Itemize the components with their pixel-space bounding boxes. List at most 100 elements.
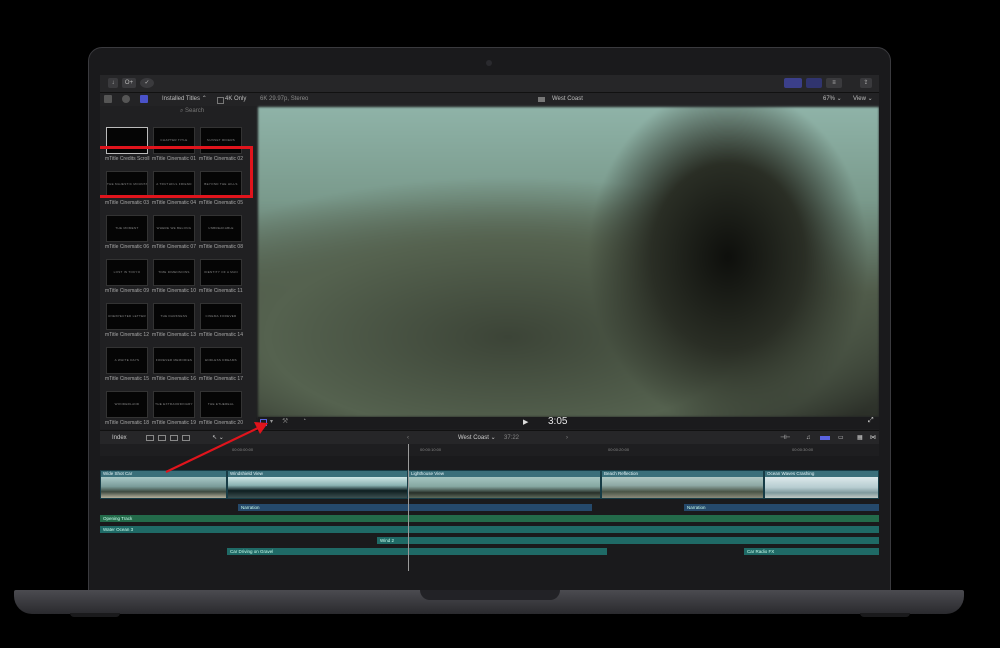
title-thumbnail-text: THE EXTRAORDINARY xyxy=(155,402,193,406)
transitions-icon[interactable]: ⋈ xyxy=(870,431,876,445)
audio-clip[interactable]: Wind 2 xyxy=(377,537,879,544)
music-clip[interactable]: Opening Track xyxy=(100,515,879,522)
viewer-format: 6K 29.97p, Stereo xyxy=(260,96,309,102)
4k-only-checkbox[interactable] xyxy=(217,97,224,104)
effects-icon[interactable]: ▦ xyxy=(857,431,863,445)
title-thumbnail[interactable]: UNEXPECTED LETTER xyxy=(106,303,148,330)
share-icon[interactable]: ⇪ xyxy=(860,78,872,88)
clip-appearance-icon[interactable]: ▭ xyxy=(838,431,844,445)
title-thumbnail[interactable]: UNBREAKABLE xyxy=(200,215,242,242)
narration-clip[interactable]: Narration xyxy=(238,504,592,511)
back-arrow-icon[interactable]: ‹ xyxy=(407,431,409,445)
title-thumbnail[interactable]: A WHITE DAYS xyxy=(106,347,148,374)
title-label: mTitle Cinematic 12 xyxy=(105,332,149,338)
title-thumbnail-text: THE ETHEREAL xyxy=(207,402,235,406)
audio-clip[interactable]: Car Radio FX xyxy=(744,548,879,555)
forward-arrow-icon[interactable]: › xyxy=(566,431,568,445)
title-label: mTitle Cinematic 13 xyxy=(152,332,196,338)
timeline-clip[interactable]: Ocean Waves Crashing xyxy=(764,470,879,499)
index-button[interactable]: Index xyxy=(112,431,127,445)
title-thumbnail-text: LOST IN TOKYO xyxy=(113,270,141,274)
title-thumbnail[interactable]: WHERE WE BELONG xyxy=(153,215,195,242)
title-thumbnail[interactable]: CINEMA FOREVER xyxy=(200,303,242,330)
titles-category-select[interactable]: Installed Titles ⌃ xyxy=(162,93,207,106)
view-menu[interactable]: View ⌄ xyxy=(853,93,873,106)
ruler-mark: 00:00:30:00 xyxy=(792,447,814,452)
playhead[interactable] xyxy=(408,444,409,571)
title-label: mTitle Cinematic 18 xyxy=(105,420,149,426)
play-icon[interactable]: ▶ xyxy=(523,418,528,426)
main-toolbar: ↓ O+ ✓ ≡ ⇪ xyxy=(100,75,879,93)
clip-filmstrip xyxy=(602,477,763,498)
4k-only-label: 4K Only xyxy=(225,96,247,102)
title-thumbnail[interactable]: THE MOMENT xyxy=(106,215,148,242)
title-thumbnail-text: THE MOMENT xyxy=(115,226,139,230)
title-thumbnail-text: ENDLESS DREAMS xyxy=(205,358,237,362)
title-thumbnail-text: UNBREAKABLE xyxy=(208,226,234,230)
title-thumbnail-text: UNEXPECTED LETTER xyxy=(108,314,146,318)
viewer-image xyxy=(258,107,879,417)
layout-timeline-icon[interactable] xyxy=(806,78,822,88)
clip-name: Beach Reflection xyxy=(604,471,639,476)
narration-clip[interactable]: Narration xyxy=(684,504,879,511)
title-label: mTitle Cinematic 14 xyxy=(199,332,243,338)
title-thumbnail-text: TIME DIMENSIONS xyxy=(158,270,190,274)
append-clip-icon[interactable] xyxy=(146,435,154,441)
title-thumbnail[interactable]: THE DARKNESS xyxy=(153,303,195,330)
timeline-clip[interactable]: Beach Reflection xyxy=(601,470,764,499)
camera-icon xyxy=(486,60,492,66)
title-thumbnail[interactable]: LOST IN TOKYO xyxy=(106,259,148,286)
tools-icon[interactable]: ⚒ xyxy=(282,417,288,425)
headphones-icon[interactable]: ♫ xyxy=(806,431,811,445)
libraries-icon[interactable] xyxy=(104,95,112,103)
zoom-select[interactable]: 67% ⌄ xyxy=(823,93,842,106)
title-thumbnail[interactable]: WONDERLAND xyxy=(106,391,148,418)
audio-clip[interactable]: Car Driving on Gravel xyxy=(227,548,607,555)
title-thumbnail[interactable]: THE EXTRAORDINARY xyxy=(153,391,195,418)
inspector-icon[interactable]: ≡ xyxy=(826,78,842,88)
snapping-icon[interactable] xyxy=(820,436,830,440)
audio-clip[interactable]: Water Ocean 3 xyxy=(100,526,879,533)
keyword-button[interactable]: O+ xyxy=(122,78,136,88)
timecode-display: 3:05 xyxy=(548,416,568,427)
laptop-foot-right xyxy=(860,613,910,617)
timeline-clip[interactable]: Lighthouse View xyxy=(408,470,601,499)
project-duration: 37:22 xyxy=(504,435,520,441)
clip-filmstrip xyxy=(409,477,600,498)
layout-browser-icon[interactable] xyxy=(784,78,802,88)
app-screen: ↓ O+ ✓ ≡ ⇪ Installed Titles ⌃ 4K Only 6K… xyxy=(100,75,879,571)
import-icon[interactable]: ↓ xyxy=(108,78,118,88)
clip-filmstrip xyxy=(765,477,878,498)
title-thumbnail[interactable]: FOREVER MEMORIES xyxy=(153,347,195,374)
search-icon: ⌕ xyxy=(180,108,184,114)
search-field[interactable]: ⌕ Search xyxy=(180,108,204,115)
titles-icon[interactable] xyxy=(140,95,148,103)
sub-toolbar: Installed Titles ⌃ 4K Only 6K 29.97p, St… xyxy=(100,93,879,106)
title-label: mTitle Cinematic 16 xyxy=(152,376,196,382)
clip-name: Lighthouse View xyxy=(411,471,444,476)
clip-name: Ocean Waves Crashing xyxy=(767,471,815,476)
ruler-mark: 00:00:20:00 xyxy=(608,447,630,452)
highlight-box xyxy=(100,146,253,198)
speed-icon[interactable]: ◔ xyxy=(302,417,306,424)
laptop-notch xyxy=(420,590,560,600)
title-thumbnail[interactable]: IDENTITY OF A MAN xyxy=(200,259,242,286)
title-label: mTitle Cinematic 17 xyxy=(199,376,243,382)
clip-filmstrip xyxy=(101,477,226,498)
viewer-title: West Coast xyxy=(552,96,583,102)
clip-name: Wide Shot Car xyxy=(103,471,133,476)
title-label: mTitle Cinematic 05 xyxy=(199,200,243,206)
title-thumbnail-text: CHAPTER TITLE xyxy=(160,138,188,142)
checkmark-icon[interactable]: ✓ xyxy=(140,78,154,88)
title-label: mTitle Cinematic 11 xyxy=(199,288,243,294)
fullscreen-icon[interactable]: ⤢ xyxy=(868,417,874,425)
title-thumbnail[interactable]: THE ETHEREAL xyxy=(200,391,242,418)
title-label: mTitle Cinematic 07 xyxy=(152,244,196,250)
audio-skimming-icon[interactable]: ⊣⊢ xyxy=(780,431,790,445)
title-thumbnail-text: CINEMA FOREVER xyxy=(205,314,237,318)
title-thumbnail[interactable]: ENDLESS DREAMS xyxy=(200,347,242,374)
project-name[interactable]: West Coast ⌄ xyxy=(458,431,496,445)
title-thumbnail[interactable]: TIME DIMENSIONS xyxy=(153,259,195,286)
photos-icon[interactable] xyxy=(122,95,130,103)
title-thumbnail-text: WHERE WE BELONG xyxy=(156,226,192,230)
